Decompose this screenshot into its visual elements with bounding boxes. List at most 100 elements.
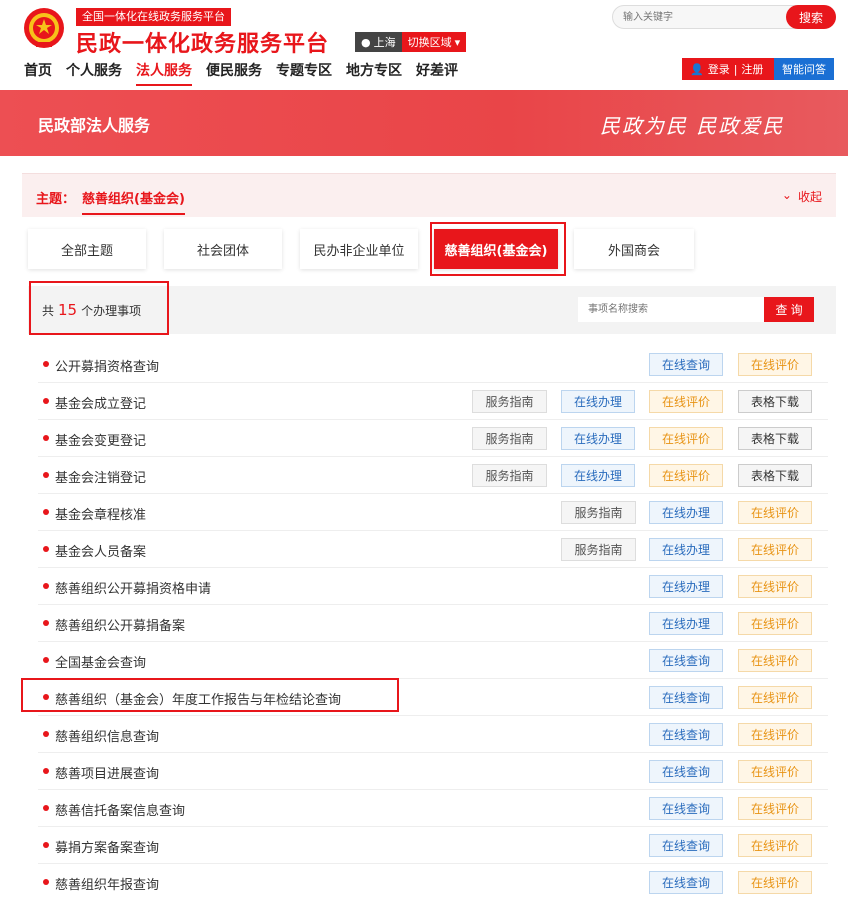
online-rate-button[interactable]: 在线评价 [649,427,723,450]
item-title[interactable]: 慈善组织信息查询 [55,726,159,745]
collapse-toggle[interactable]: ⌄ 收起 [782,188,822,205]
item-title[interactable]: 基金会变更登记 [55,430,146,449]
nav-item-convenience[interactable]: 便民服务 [206,60,262,86]
online-rate-button[interactable]: 在线评价 [738,871,812,894]
global-search-input[interactable] [623,9,783,25]
tab-social-groups[interactable]: 社会团体 [164,229,282,269]
online-rate-button[interactable]: 在线评价 [738,797,812,820]
online-query-button[interactable]: 在线查询 [649,686,723,709]
global-search-button[interactable]: 搜索 [786,5,836,29]
item-title[interactable]: 慈善组织年报查询 [55,874,159,893]
list-item: 慈善组织年报查询 在线查询 在线评价 [38,864,828,899]
online-query-button[interactable]: 在线查询 [649,871,723,894]
site-title[interactable]: 民政一体化政务服务平台 [76,26,329,58]
nav-item-rating[interactable]: 好差评 [416,60,458,86]
service-guide-button[interactable]: 服务指南 [561,538,636,561]
nav-item-legal-person[interactable]: 法人服务 [136,60,192,86]
bullet-dot-icon [43,583,49,589]
item-title[interactable]: 基金会人员备案 [55,541,146,560]
nav-item-local[interactable]: 地方专区 [346,60,402,86]
online-query-button[interactable]: 在线查询 [649,723,723,746]
city-name: 上海 [373,36,396,49]
item-title[interactable]: 基金会成立登记 [55,393,146,412]
user-icon: 👤 [690,62,704,76]
online-handle-button[interactable]: 在线办理 [649,612,723,635]
tab-foreign-chambers[interactable]: 外国商会 [574,229,694,269]
item-search-button[interactable]: 查 询 [764,297,814,322]
online-rate-button[interactable]: 在线评价 [738,353,812,376]
online-handle-button[interactable]: 在线办理 [649,575,723,598]
item-search-input[interactable] [578,297,764,322]
item-title[interactable]: 全国基金会查询 [55,652,146,671]
online-query-button[interactable]: 在线查询 [649,353,723,376]
list-item: 募捐方案备案查询 在线查询 在线评价 [38,827,828,864]
count-suffix: 个办理事项 [81,304,142,318]
online-rate-button[interactable]: 在线评价 [738,760,812,783]
login-register-group: 👤 登录 | 注册 [682,58,774,80]
service-guide-button[interactable]: 服务指南 [472,464,547,487]
switch-region-label: 切换区域 [407,36,452,49]
current-city: ● 上海 [355,32,402,52]
item-list: 公开募捐资格查询 在线查询 在线评价 基金会成立登记 服务指南 在线办理 在线评价 表格下载基… [38,346,828,899]
list-item: 基金会变更登记 服务指南 在线办理 在线评价 表格下载 [38,420,828,457]
tab-all-topics[interactable]: 全部主题 [28,229,146,269]
item-title[interactable]: 慈善信托备案信息查询 [55,800,185,819]
item-title[interactable]: 慈善项目进展查询 [55,763,159,782]
online-rate-button[interactable]: 在线评价 [738,834,812,857]
ai-qa-button[interactable]: 智能问答 [774,58,834,80]
item-title[interactable]: 基金会注销登记 [55,467,146,486]
form-download-button[interactable]: 表格下载 [738,464,812,487]
auth-bar: 👤 登录 | 注册 智能问答 [682,58,834,80]
item-title[interactable]: 慈善组织公开募捐资格申请 [55,578,211,597]
online-query-button[interactable]: 在线查询 [649,649,723,672]
online-rate-button[interactable]: 在线评价 [738,612,812,635]
nav-item-special-topics[interactable]: 专题专区 [276,60,332,86]
login-link[interactable]: 登录 [708,61,730,77]
online-rate-button[interactable]: 在线评价 [738,501,812,524]
register-link[interactable]: 注册 [741,61,763,77]
platform-slogan-badge: 全国一体化在线政务服务平台 [76,8,231,26]
item-title[interactable]: 公开募捐资格查询 [55,356,159,375]
online-rate-button[interactable]: 在线评价 [738,538,812,561]
list-item: 慈善项目进展查询 在线查询 在线评价 [38,753,828,790]
location-selector[interactable]: ● 上海 切换区域 ▾ [355,32,467,52]
online-handle-button[interactable]: 在线办理 [561,427,635,450]
online-rate-button[interactable]: 在线评价 [649,464,723,487]
item-title[interactable]: 募捐方案备案查询 [55,837,159,856]
bullet-dot-icon [43,472,49,478]
online-query-button[interactable]: 在线查询 [649,797,723,820]
online-handle-button[interactable]: 在线办理 [561,390,635,413]
item-title[interactable]: 基金会章程核准 [55,504,146,523]
bullet-dot-icon [43,398,49,404]
online-rate-button[interactable]: 在线评价 [738,723,812,746]
form-download-button[interactable]: 表格下载 [738,427,812,450]
row-highlight-frame [21,678,399,712]
service-guide-button[interactable]: 服务指南 [472,390,547,413]
service-guide-button[interactable]: 服务指南 [561,501,636,524]
online-query-button[interactable]: 在线查询 [649,760,723,783]
online-handle-button[interactable]: 在线办理 [561,464,635,487]
online-rate-button[interactable]: 在线评价 [738,686,812,709]
bullet-dot-icon [43,509,49,515]
nav-item-personal[interactable]: 个人服务 [66,60,122,86]
bullet-dot-icon [43,657,49,663]
auth-divider: | [733,62,738,76]
list-item: 公开募捐资格查询 在线查询 在线评价 [38,346,828,383]
online-handle-button[interactable]: 在线办理 [649,501,723,524]
online-rate-button[interactable]: 在线评价 [738,575,812,598]
switch-region-button[interactable]: 切换区域 ▾ [401,32,467,52]
location-pin-icon: ● [361,35,371,49]
online-query-button[interactable]: 在线查询 [649,834,723,857]
form-download-button[interactable]: 表格下载 [738,390,812,413]
tab-private-non-enterprise[interactable]: 民办非企业单位 [300,229,418,269]
banner-title: 民政部法人服务 [38,116,151,135]
list-item: 基金会章程核准 服务指南 在线办理 在线评价 [38,494,828,531]
page-banner: 民政部法人服务 民政为民 民政爱民 [0,90,848,156]
online-handle-button[interactable]: 在线办理 [649,538,723,561]
service-guide-button[interactable]: 服务指南 [472,427,547,450]
topic-bar: 主题： 慈善组织(基金会) ⌄ 收起 [22,173,836,217]
nav-item-home[interactable]: 首页 [24,60,52,86]
online-rate-button[interactable]: 在线评价 [738,649,812,672]
online-rate-button[interactable]: 在线评价 [649,390,723,413]
item-title[interactable]: 慈善组织公开募捐备案 [55,615,185,634]
